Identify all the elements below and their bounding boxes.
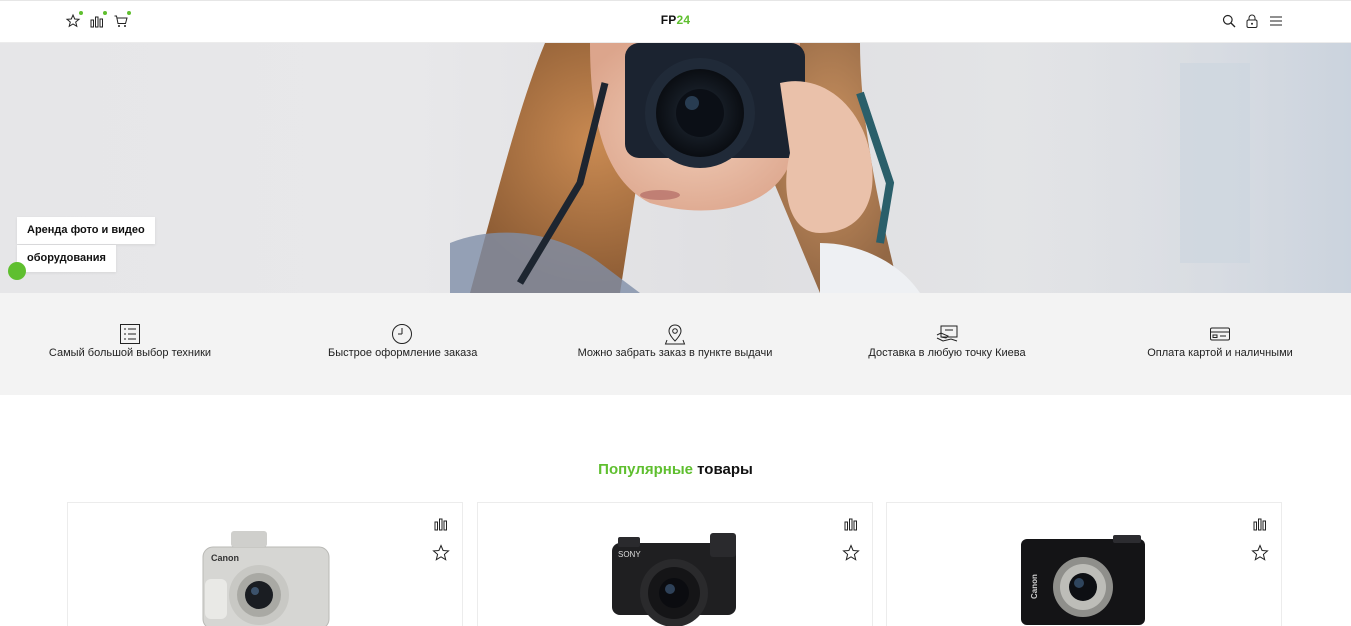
feature-label: Самый большой выбор техники xyxy=(48,347,212,359)
section-title-rest: товары xyxy=(692,461,753,478)
product-image-sony-black[interactable]: SONY xyxy=(610,529,742,626)
feature-item-pickup: Можно забрать заказ в пункте выдачи xyxy=(577,323,773,359)
feature-label: Доставка в любую точку Киева xyxy=(868,347,1026,359)
product-card[interactable]: Canon xyxy=(886,502,1282,626)
hero-photo xyxy=(450,43,1351,293)
product-brand-label: Canon xyxy=(211,553,239,563)
hero-title-line-1: Аренда фото и видео xyxy=(17,217,155,244)
feature-label: Оплата картой и наличными xyxy=(1147,347,1293,359)
feature-label: Можно забрать заказ в пункте выдачи xyxy=(577,347,773,359)
feature-item-delivery: Доставка в любую точку Киева xyxy=(868,323,1026,359)
hero-banner: Аренда фото и видео оборудования xyxy=(0,43,1351,293)
site-header: FP24 xyxy=(0,0,1351,43)
compare-icon[interactable] xyxy=(844,517,858,531)
favorite-star-icon[interactable] xyxy=(1251,544,1269,562)
card-icon xyxy=(1210,327,1230,341)
search-icon[interactable] xyxy=(1221,13,1237,29)
map-pin-icon xyxy=(664,324,686,345)
feature-item-selection: Самый большой выбор техники xyxy=(48,323,212,359)
menu-icon[interactable] xyxy=(1268,13,1284,29)
hero-title-line-2: оборудования xyxy=(17,245,116,272)
product-image-canon-black[interactable]: Canon xyxy=(1017,529,1149,626)
feature-item-fast-order: Быстрое оформление заказа xyxy=(328,323,478,359)
product-brand-label: SONY xyxy=(618,550,641,559)
feature-label: Быстрое оформление заказа xyxy=(328,347,478,359)
feature-item-payment: Оплата картой и наличными xyxy=(1146,323,1294,359)
compare-icon[interactable] xyxy=(1253,517,1267,531)
section-title: Популярные товары xyxy=(0,461,1351,478)
clock-icon xyxy=(392,324,412,344)
compare-icon[interactable] xyxy=(434,517,448,531)
favorite-star-icon[interactable] xyxy=(432,544,450,562)
product-card[interactable]: Canon xyxy=(67,502,463,626)
site-logo[interactable]: FP24 xyxy=(0,13,1351,27)
hero-accent-dot xyxy=(8,262,26,280)
product-brand-label: Canon xyxy=(1030,574,1039,599)
logo-text-24: 24 xyxy=(676,13,691,27)
product-image-canon-silver[interactable]: Canon xyxy=(201,529,333,626)
list-icon xyxy=(120,324,140,344)
logo-text-fp: FP xyxy=(660,13,677,27)
favorite-star-icon[interactable] xyxy=(842,544,860,562)
delivery-icon xyxy=(936,325,958,342)
lock-icon[interactable] xyxy=(1244,13,1260,29)
features-bar: Самый большой выбор техники Быстрое офор… xyxy=(0,293,1351,395)
product-card[interactable]: SONY xyxy=(477,502,873,626)
section-title-accent: Популярные xyxy=(598,461,693,478)
